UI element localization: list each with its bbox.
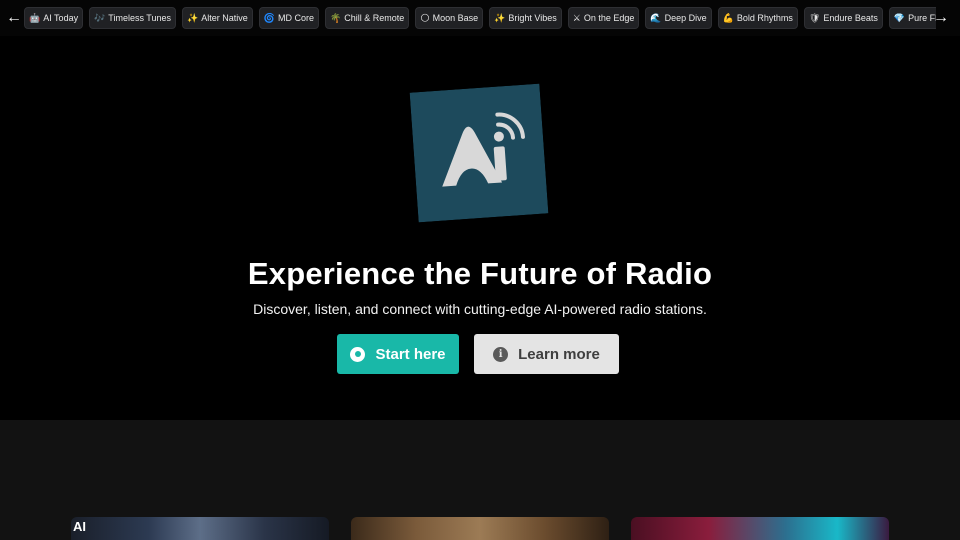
station-emoji-icon: 🌴 — [329, 12, 342, 23]
station-chip-label: Deep Dive — [664, 13, 707, 23]
record-icon — [350, 346, 366, 362]
scroll-left-arrow-icon[interactable]: ← — [3, 6, 25, 30]
station-chip[interactable]: 🎶 Timeless Tunes — [89, 7, 176, 29]
scroll-right-arrow-icon[interactable]: → — [930, 6, 952, 30]
hero-section: Experience the Future of Radio Discover,… — [0, 36, 960, 420]
station-emoji-icon: 💪 — [722, 12, 734, 23]
station-chip-label: On the Edge — [583, 13, 635, 23]
station-chip[interactable]: 🤖 AI Today — [24, 7, 84, 29]
learn-more-label: Learn more — [518, 345, 600, 363]
station-chip[interactable]: 🌀 MD Core — [258, 7, 319, 29]
station-chip-label: MD Core — [277, 13, 314, 23]
station-card[interactable] — [631, 517, 889, 540]
station-chip[interactable]: 🌊 Deep Dive — [645, 7, 712, 29]
stations-section: AI — [0, 420, 960, 540]
station-chip-label: Alter Native — [201, 13, 248, 23]
station-chip-label: Timeless Tunes — [108, 13, 171, 23]
station-chip[interactable]: 💪 Bold Rhythms — [717, 7, 798, 29]
page: ← 🤖 AI Today 🎶 Timeless Tunes ✨ Alter Native 🌀… — [0, 0, 960, 540]
ai-radio-logo — [409, 83, 549, 223]
station-emoji-icon: ⚔ — [572, 12, 581, 23]
station-emoji-icon: ✨ — [187, 12, 199, 23]
hero-headline: Experience the Future of Radio — [247, 256, 713, 291]
station-emoji-icon: 💎 — [893, 12, 906, 23]
station-chip[interactable]: ⚔ On the Edge — [567, 7, 640, 29]
station-chip-label: Bright Vibes — [508, 13, 557, 23]
station-chip-label: AI Today — [43, 13, 79, 23]
station-chip[interactable]: 🛡 Endure Beats — [803, 7, 883, 29]
station-chip-label: Bold Rhythms — [736, 13, 793, 23]
card-mark: AI — [73, 519, 86, 534]
info-icon: i — [493, 346, 509, 362]
station-chip[interactable]: ✨ Alter Native — [182, 7, 253, 29]
station-chip-label: Endure Beats — [823, 13, 878, 23]
station-emoji-icon: 🌕 — [420, 12, 430, 23]
hero-subline: Discover, listen, and connect with cutti… — [253, 301, 707, 317]
learn-more-button[interactable]: i Learn more — [474, 334, 619, 374]
station-card[interactable] — [351, 517, 609, 540]
station-chip[interactable]: 💎Pure Flow — [888, 7, 936, 29]
start-here-label: Start here — [375, 345, 446, 363]
station-chip[interactable]: 🌴 Chill & Remote — [324, 7, 410, 29]
station-emoji-icon: 🛡 — [808, 12, 821, 23]
station-chip-label: Moon Base — [432, 13, 479, 23]
station-emoji-icon: 🌊 — [650, 12, 662, 23]
station-chip-list: 🤖 AI Today 🎶 Timeless Tunes ✨ Alter Native 🌀 MD… — [24, 7, 936, 29]
station-chip[interactable]: ✨ Bright Vibes — [489, 7, 562, 29]
station-emoji-icon: 🌀 — [263, 12, 275, 23]
station-emoji-icon: 🎶 — [94, 12, 106, 23]
start-here-button[interactable]: Start here — [337, 334, 459, 374]
station-emoji-icon: 🤖 — [29, 12, 41, 23]
station-nav-bar: ← 🤖 AI Today 🎶 Timeless Tunes ✨ Alter Native 🌀… — [0, 0, 960, 36]
station-card[interactable]: AI — [71, 517, 329, 540]
station-chip-label: Chill & Remote — [344, 13, 405, 23]
station-chip[interactable]: 🌕 Moon Base — [415, 7, 484, 29]
station-emoji-icon: ✨ — [494, 12, 506, 23]
